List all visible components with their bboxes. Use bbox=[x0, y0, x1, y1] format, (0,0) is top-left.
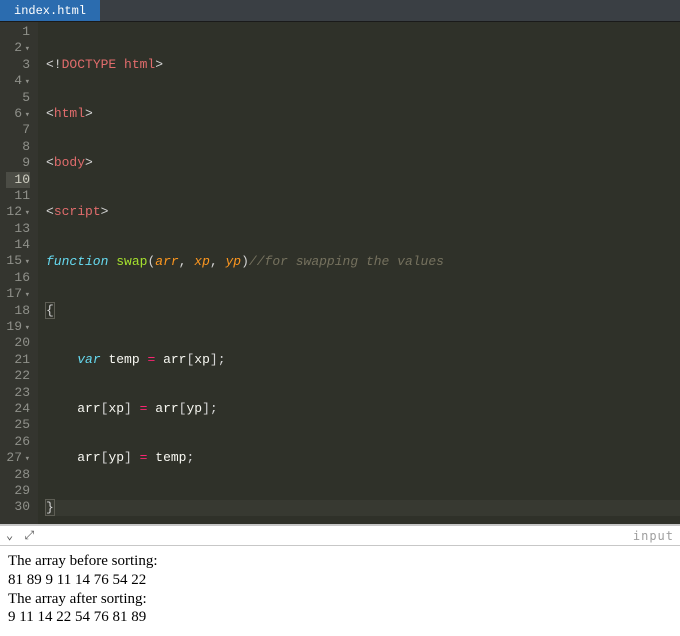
expand-icon[interactable]: ⤢ bbox=[24, 529, 34, 543]
fold-icon[interactable]: ▾ bbox=[22, 451, 30, 467]
code-line: arr[yp] = temp; bbox=[46, 450, 680, 466]
line-number: 7 bbox=[6, 122, 30, 138]
code-line: { bbox=[46, 303, 680, 319]
line-number: 3 bbox=[6, 57, 30, 73]
line-number: 17 ▾ bbox=[6, 286, 30, 302]
code-line: function swap(arr, xp, yp)//for swapping… bbox=[46, 254, 680, 270]
fold-icon[interactable]: ▾ bbox=[22, 287, 30, 303]
code-line: var temp = arr[xp]; bbox=[46, 352, 680, 368]
line-number: 15 ▾ bbox=[6, 253, 30, 269]
line-number: 30 bbox=[6, 499, 30, 515]
fold-icon[interactable]: ▾ bbox=[22, 205, 30, 221]
tab-index-html[interactable]: index.html bbox=[0, 0, 100, 21]
code-line: <html> bbox=[46, 106, 680, 122]
output-before-values: 81 89 9 11 14 76 54 22 bbox=[8, 571, 672, 590]
line-number: 23 bbox=[6, 385, 30, 401]
panel-controls: ⌄ ⤢ bbox=[6, 528, 38, 543]
code-line: <script> bbox=[46, 204, 680, 220]
line-number: 18 bbox=[6, 303, 30, 319]
line-number: 4 ▾ bbox=[6, 73, 30, 89]
line-number: 26 bbox=[6, 434, 30, 450]
fold-icon[interactable]: ▾ bbox=[22, 107, 30, 123]
line-number-gutter: 12 ▾34 ▾56 ▾789101112 ▾131415 ▾1617 ▾181… bbox=[0, 22, 38, 524]
line-number: 14 bbox=[6, 237, 30, 253]
output-panel: The array before sorting: 81 89 9 11 14 … bbox=[0, 546, 680, 636]
fold-icon[interactable]: ▾ bbox=[22, 41, 30, 57]
input-label: input bbox=[633, 529, 674, 543]
tab-bar: index.html bbox=[0, 0, 680, 22]
line-number: 12 ▾ bbox=[6, 204, 30, 220]
line-number: 2 ▾ bbox=[6, 40, 30, 56]
line-number: 29 bbox=[6, 483, 30, 499]
line-number: 1 bbox=[6, 24, 30, 40]
tab-label: index.html bbox=[14, 4, 86, 18]
line-number: 5 bbox=[6, 90, 30, 106]
output-after-values: 9 11 14 22 54 76 81 89 bbox=[8, 608, 672, 627]
fold-icon[interactable]: ▾ bbox=[22, 74, 30, 90]
line-number: 16 bbox=[6, 270, 30, 286]
line-number: 11 bbox=[6, 188, 30, 204]
line-number: 6 ▾ bbox=[6, 106, 30, 122]
code-editor[interactable]: 12 ▾34 ▾56 ▾789101112 ▾131415 ▾1617 ▾181… bbox=[0, 22, 680, 524]
panel-separator: ⌄ ⤢ input bbox=[0, 524, 680, 546]
line-number: 28 bbox=[6, 467, 30, 483]
code-line: <!DOCTYPE html> bbox=[46, 57, 680, 73]
code-area[interactable]: <!DOCTYPE html> <html> <body> <script> f… bbox=[38, 22, 680, 524]
output-after-label: The array after sorting: bbox=[8, 590, 672, 609]
line-number: 13 bbox=[6, 221, 30, 237]
output-before-label: The array before sorting: bbox=[8, 552, 672, 571]
line-number: 19 ▾ bbox=[6, 319, 30, 335]
code-line: <body> bbox=[46, 155, 680, 171]
line-number: 9 bbox=[6, 155, 30, 171]
chevron-down-icon[interactable]: ⌄ bbox=[6, 529, 13, 543]
line-number: 8 bbox=[6, 139, 30, 155]
line-number: 27 ▾ bbox=[6, 450, 30, 466]
fold-icon[interactable]: ▾ bbox=[22, 254, 30, 270]
line-number: 22 bbox=[6, 368, 30, 384]
code-line: arr[xp] = arr[yp]; bbox=[46, 401, 680, 417]
fold-icon[interactable]: ▾ bbox=[22, 320, 30, 336]
line-number: 10 bbox=[6, 172, 30, 188]
code-line-active: } bbox=[46, 500, 680, 516]
line-number: 21 bbox=[6, 352, 30, 368]
line-number: 25 bbox=[6, 417, 30, 433]
line-number: 20 bbox=[6, 335, 30, 351]
line-number: 24 bbox=[6, 401, 30, 417]
